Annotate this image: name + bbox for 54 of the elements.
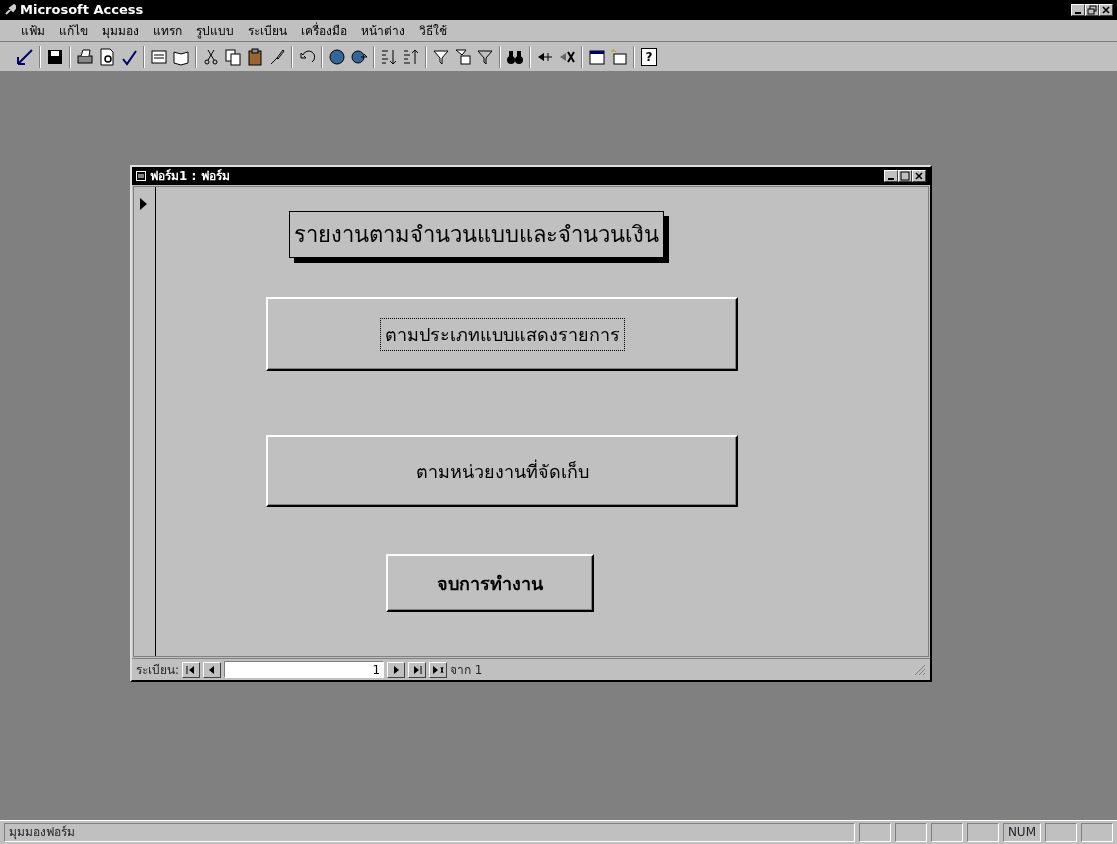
first-record-button[interactable] — [182, 661, 201, 678]
status-pane — [966, 823, 999, 842]
record-pointer-icon — [140, 197, 147, 210]
close-icon — [914, 171, 924, 181]
new-record-icon — [432, 664, 445, 675]
next-record-button[interactable] — [387, 661, 406, 678]
previous-record-button[interactable] — [203, 661, 222, 678]
restore-icon — [1087, 5, 1097, 15]
form-icon — [136, 171, 146, 181]
record-count: จาก 1 — [450, 661, 483, 679]
status-pane — [930, 823, 963, 842]
close-icon — [1101, 5, 1111, 15]
num-lock-indicator: NUM — [1002, 823, 1041, 842]
status-pane — [1045, 823, 1077, 842]
exit-button[interactable]: จบการทำงาน — [386, 554, 594, 612]
form-window-title: ฟอร์ม1 : ฟอร์ม — [150, 168, 230, 185]
menu-item[interactable]: แฟ้ม — [14, 20, 52, 41]
restore-button[interactable] — [1085, 4, 1099, 16]
last-record-button[interactable] — [408, 661, 427, 678]
record-label: ระเบียน: — [136, 661, 180, 679]
minimize-button[interactable] — [884, 170, 898, 182]
maximize-icon — [900, 171, 910, 181]
new-record-button[interactable] — [429, 661, 448, 678]
command-button[interactable]: ตามหน่วยงานที่จัดเก็บ — [266, 435, 738, 507]
print-preview-icon[interactable] — [97, 46, 117, 67]
window-title: Microsoft Access — [20, 1, 144, 20]
copy-icon[interactable] — [223, 46, 243, 67]
minimize-icon — [888, 178, 894, 180]
clipboard-icon[interactable] — [245, 46, 265, 67]
menu-item[interactable]: รูปแบบ — [189, 20, 241, 41]
menu-item[interactable]: เครื่องมือ — [294, 20, 354, 41]
maximize-button[interactable] — [898, 170, 912, 182]
close-button[interactable] — [912, 170, 926, 182]
menu-item[interactable]: วิธีใช้ — [412, 20, 454, 41]
close-button[interactable] — [1099, 4, 1113, 16]
menu-item[interactable]: แทรก — [146, 20, 189, 41]
menu-item[interactable]: หน้าต่าง — [354, 20, 412, 41]
printer-icon[interactable] — [75, 46, 95, 67]
record-number-field[interactable]: 1 — [224, 661, 385, 678]
resize-grip-icon — [914, 663, 926, 676]
minimize-icon — [1075, 12, 1081, 14]
menu-item[interactable]: มุมมอง — [95, 20, 146, 41]
minimize-button[interactable] — [1071, 4, 1085, 16]
new-object-icon[interactable] — [609, 46, 629, 67]
status-pane — [858, 823, 891, 842]
menu-item[interactable]: ระเบียน — [241, 20, 294, 41]
status-pane — [894, 823, 927, 842]
filter-form-icon[interactable] — [453, 46, 473, 67]
command-button[interactable]: ตามประเภทแบบแสดงรายการ — [266, 297, 738, 371]
status-text: มุมมองฟอร์ม — [4, 823, 855, 842]
status-pane — [1081, 823, 1113, 842]
help-button[interactable]: ? — [641, 47, 657, 66]
last-record-icon — [411, 664, 424, 675]
menu-item[interactable]: แก้ไข — [52, 20, 95, 41]
